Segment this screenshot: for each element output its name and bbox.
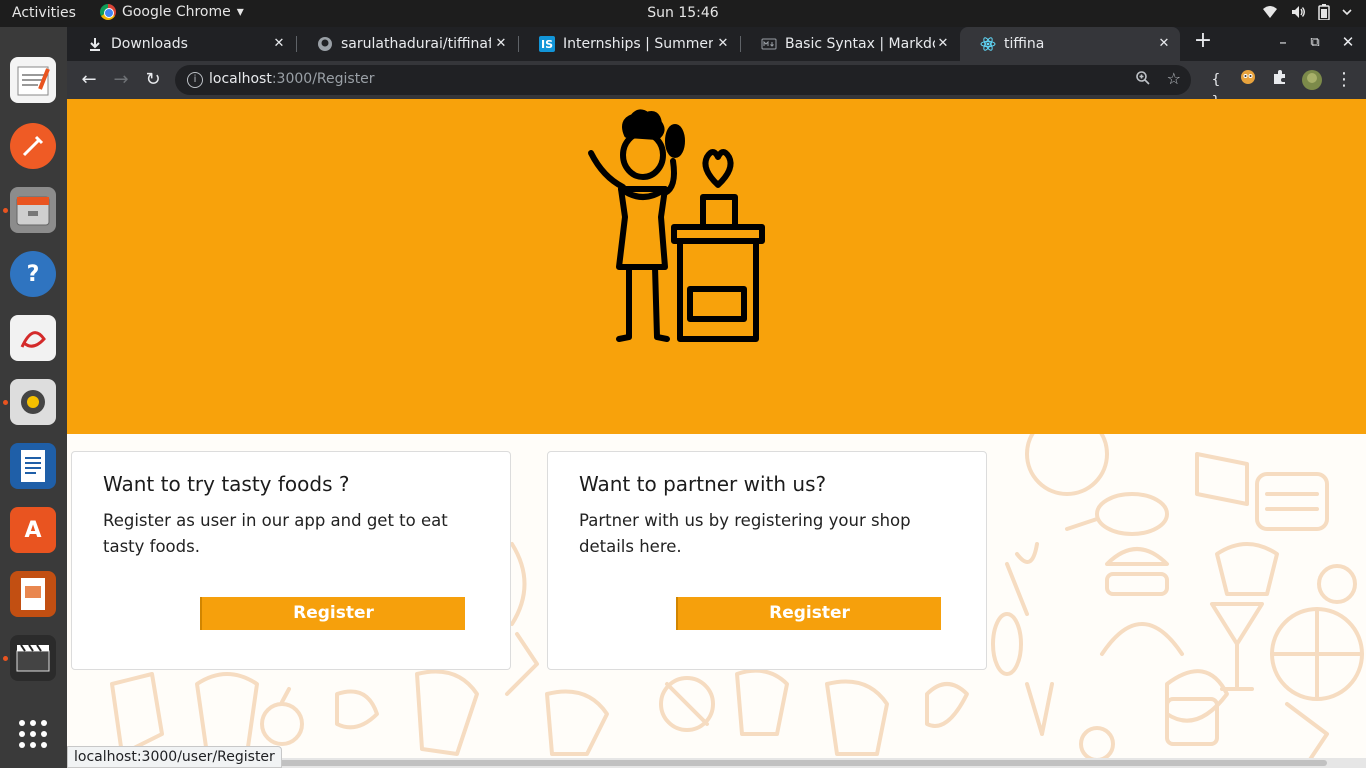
video-editor-icon[interactable] [10, 635, 56, 681]
dock: ? A [0, 27, 67, 768]
wifi-icon [1263, 6, 1277, 18]
pdf-viewer-icon[interactable] [10, 315, 56, 361]
partner-register-card: Want to partner with us? Partner with us… [547, 451, 987, 670]
markdown-icon [761, 38, 777, 50]
close-icon[interactable]: ✕ [1156, 36, 1172, 52]
github-icon [318, 37, 332, 51]
hero-banner [67, 99, 1366, 434]
show-applications-icon[interactable] [10, 711, 56, 757]
minimize-icon[interactable]: – [1273, 33, 1293, 51]
app-menu-label: Google Chrome [122, 4, 231, 20]
close-icon[interactable]: ✕ [493, 36, 509, 52]
partner-card-text: Partner with us by registering your shop… [579, 511, 911, 556]
address-bar[interactable]: i localhost:3000/Register ☆ [175, 65, 1191, 95]
user-card-heading: Want to try tasty foods ? [103, 472, 350, 496]
reload-icon[interactable]: ↻ [141, 68, 165, 92]
system-top-bar: Activities Google Chrome ▾ Sun 15:46 [0, 0, 1366, 27]
restore-icon[interactable]: ⧉ [1305, 35, 1325, 50]
tab-title: Basic Syntax | Markdow [785, 36, 935, 52]
react-icon [980, 37, 996, 51]
horizontal-scrollbar[interactable] [267, 758, 1366, 768]
tab-downloads[interactable]: Downloads ✕ [67, 27, 295, 61]
user-register-card: Want to try tasty foods ? Register as us… [71, 451, 511, 670]
browser-toolbar: ← → ↻ i localhost:3000/Register ☆ { } ⋮ [67, 61, 1366, 110]
url-host: localhost [209, 71, 272, 87]
battery-icon [1318, 4, 1330, 20]
chef-illustration [588, 109, 765, 342]
tab-title: Internships | Summer Ir [563, 36, 713, 52]
impress-icon[interactable] [10, 571, 56, 617]
page-viewport: Want to try tasty foods ? Register as us… [67, 99, 1366, 768]
download-icon [90, 38, 100, 51]
tab-tiffina[interactable]: tiffina ✕ [960, 27, 1180, 61]
user-card-text: Register as user in our app and get to e… [103, 511, 448, 556]
running-indicator [3, 208, 8, 213]
tab-title: sarulathadurai/tiffinaf [341, 36, 491, 52]
partner-register-button[interactable]: Register [676, 597, 941, 630]
back-icon[interactable]: ← [77, 68, 101, 92]
activities-button[interactable]: Activities [12, 5, 76, 21]
chrome-icon [100, 4, 116, 20]
close-icon[interactable]: ✕ [271, 36, 287, 52]
url-path: :3000/Register [271, 71, 375, 87]
running-indicator [3, 656, 8, 661]
forward-icon[interactable]: → [109, 68, 133, 92]
close-icon[interactable]: ✕ [715, 36, 731, 52]
json-viewer-extension-icon[interactable]: { } [1205, 69, 1227, 110]
text-editor-icon[interactable] [10, 57, 56, 103]
running-indicator [3, 400, 8, 405]
partner-card-heading: Want to partner with us? [579, 472, 827, 496]
tab-github[interactable]: sarulathadurai/tiffinaf ✕ [297, 27, 517, 61]
system-indicators[interactable] [1262, 4, 1352, 20]
close-icon[interactable]: ✕ [935, 36, 951, 52]
close-window-icon[interactable]: ✕ [1338, 33, 1358, 51]
tab-title: Downloads [111, 36, 188, 52]
profile-avatar[interactable] [1301, 69, 1323, 91]
bookmark-star-icon[interactable]: ☆ [1167, 69, 1181, 88]
site-info-icon[interactable]: i [187, 72, 203, 88]
power-menu-icon [1342, 9, 1352, 16]
tab-internshala[interactable]: IS Internships | Summer Ir ✕ [519, 27, 739, 61]
user-register-button[interactable]: Register [200, 597, 465, 630]
chrome-menu-icon[interactable]: ⋮ [1333, 69, 1355, 91]
chevron-down-icon: ▾ [236, 4, 244, 20]
app-menu[interactable]: Google Chrome ▾ [100, 4, 244, 20]
zoom-icon[interactable] [1135, 70, 1151, 86]
rhythmbox-icon[interactable] [10, 379, 56, 425]
help-icon[interactable]: ? [10, 251, 56, 297]
internshala-icon: IS [539, 36, 555, 52]
scrollbar-thumb[interactable] [267, 760, 1327, 766]
link-status-bubble: localhost:3000/user/Register [67, 746, 282, 768]
tab-strip: Downloads ✕ sarulathadurai/tiffinaf ✕ IS… [67, 27, 1366, 61]
puzzle-extensions-icon[interactable] [1269, 69, 1291, 91]
writer-icon[interactable] [10, 443, 56, 489]
postman-icon[interactable] [10, 123, 56, 169]
extension-icon[interactable] [1237, 69, 1259, 91]
software-center-icon[interactable]: A [10, 507, 56, 553]
tab-markdown[interactable]: Basic Syntax | Markdow ✕ [741, 27, 959, 61]
url-text: localhost:3000/Register [209, 71, 375, 87]
tab-title: tiffina [1004, 36, 1045, 52]
volume-icon [1292, 6, 1305, 18]
browser-window: Downloads ✕ sarulathadurai/tiffinaf ✕ IS… [67, 27, 1366, 768]
new-tab-button[interactable]: + [1193, 28, 1213, 53]
file-manager-icon[interactable] [10, 187, 56, 233]
